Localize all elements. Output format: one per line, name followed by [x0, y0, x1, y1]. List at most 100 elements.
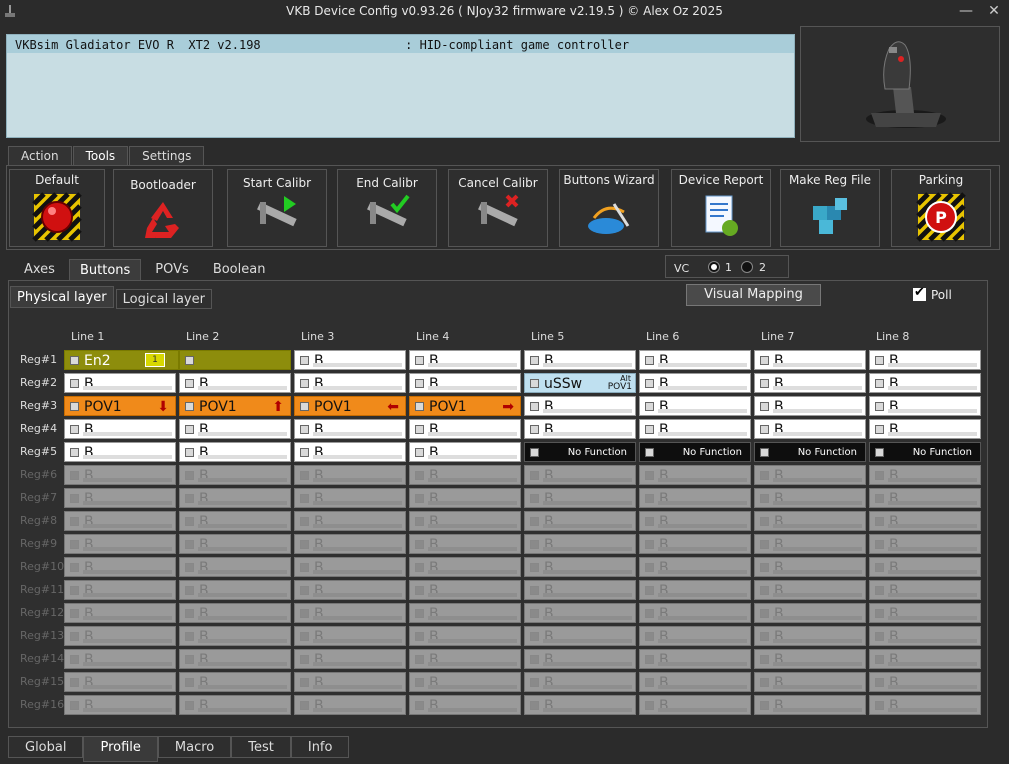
- tab-macro[interactable]: Macro: [157, 736, 232, 758]
- cell-checkbox[interactable]: [185, 402, 194, 411]
- bootloader-button[interactable]: Bootloader: [113, 169, 213, 247]
- cell-checkbox[interactable]: [300, 448, 309, 457]
- button-cell[interactable]: B: [869, 419, 981, 439]
- button-cell[interactable]: POV1 ⬇: [64, 396, 176, 416]
- cell-checkbox[interactable]: [185, 356, 194, 365]
- cell-checkbox[interactable]: [70, 402, 79, 411]
- button-cell[interactable]: B: [754, 350, 866, 370]
- button-cell[interactable]: B: [639, 373, 751, 393]
- cell-checkbox[interactable]: [530, 379, 539, 388]
- tab-info[interactable]: Info: [290, 736, 350, 758]
- device-report-button[interactable]: Device Report: [671, 169, 771, 247]
- button-cell[interactable]: No Function: [754, 442, 866, 462]
- button-cell[interactable]: B: [179, 442, 291, 462]
- button-cell[interactable]: En2 1: [64, 350, 179, 370]
- tab-profile[interactable]: Profile: [83, 736, 158, 762]
- button-cell[interactable]: POV1 ➡: [409, 396, 521, 416]
- cell-checkbox[interactable]: [300, 379, 309, 388]
- cell-checkbox[interactable]: [760, 402, 769, 411]
- tab-axes[interactable]: Axes: [14, 259, 65, 281]
- cell-checkbox[interactable]: [875, 356, 884, 365]
- buttons-wizard-button[interactable]: Buttons Wizard: [559, 169, 659, 247]
- button-cell[interactable]: B: [754, 419, 866, 439]
- cell-checkbox[interactable]: [760, 448, 769, 457]
- cell-checkbox[interactable]: [760, 379, 769, 388]
- visual-mapping-button[interactable]: Visual Mapping: [686, 284, 821, 306]
- tab-tools[interactable]: Tools: [72, 146, 129, 166]
- cell-checkbox[interactable]: [70, 356, 79, 365]
- tab-settings[interactable]: Settings: [129, 146, 205, 166]
- button-cell[interactable]: B: [869, 373, 981, 393]
- device-list[interactable]: VKBsim Gladiator EVO R XT2 v2.198 : HID-…: [6, 34, 795, 138]
- button-cell[interactable]: No Function: [639, 442, 751, 462]
- cell-checkbox[interactable]: [300, 402, 309, 411]
- device-row[interactable]: VKBsim Gladiator EVO R XT2 v2.198 : HID-…: [7, 35, 794, 53]
- button-cell[interactable]: B: [524, 419, 636, 439]
- button-cell[interactable]: No Function: [869, 442, 981, 462]
- start-calibr-button[interactable]: Start Calibr: [227, 169, 327, 247]
- button-cell[interactable]: B: [639, 419, 751, 439]
- cell-checkbox[interactable]: [415, 448, 424, 457]
- cell-checkbox[interactable]: [185, 448, 194, 457]
- button-cell[interactable]: B: [869, 350, 981, 370]
- parking-button[interactable]: Parking P: [891, 169, 991, 247]
- cell-checkbox[interactable]: [875, 448, 884, 457]
- make-reg-file-button[interactable]: Make Reg File: [780, 169, 880, 247]
- cell-checkbox[interactable]: [300, 425, 309, 434]
- cell-checkbox[interactable]: [875, 402, 884, 411]
- poll-checkbox[interactable]: Poll: [913, 285, 952, 302]
- cell-checkbox[interactable]: [70, 425, 79, 434]
- button-cell[interactable]: B: [524, 396, 636, 416]
- cell-checkbox[interactable]: [645, 425, 654, 434]
- cell-checkbox[interactable]: [185, 425, 194, 434]
- button-cell[interactable]: [179, 350, 291, 370]
- tab-global[interactable]: Global: [8, 736, 84, 758]
- cell-checkbox[interactable]: [70, 448, 79, 457]
- button-cell[interactable]: POV1 ⬆: [179, 396, 291, 416]
- cell-checkbox[interactable]: [415, 379, 424, 388]
- cell-checkbox[interactable]: [415, 402, 424, 411]
- button-cell[interactable]: B: [409, 373, 521, 393]
- button-cell[interactable]: B: [409, 350, 521, 370]
- button-cell[interactable]: B: [639, 350, 751, 370]
- cell-checkbox[interactable]: [530, 425, 539, 434]
- cell-checkbox[interactable]: [875, 425, 884, 434]
- cell-checkbox[interactable]: [760, 425, 769, 434]
- tab-logical-layer[interactable]: Logical layer: [115, 289, 212, 309]
- cell-checkbox[interactable]: [875, 379, 884, 388]
- button-cell[interactable]: B: [754, 396, 866, 416]
- button-cell[interactable]: B: [64, 373, 176, 393]
- vc-radio-1[interactable]: [708, 261, 720, 273]
- button-cell[interactable]: No Function: [524, 442, 636, 462]
- cell-checkbox[interactable]: [530, 402, 539, 411]
- cell-checkbox[interactable]: [415, 425, 424, 434]
- button-cell[interactable]: B: [294, 419, 406, 439]
- button-cell[interactable]: B: [64, 442, 176, 462]
- cell-checkbox[interactable]: [415, 356, 424, 365]
- button-cell[interactable]: B: [294, 442, 406, 462]
- close-button[interactable]: ✕: [979, 0, 1009, 24]
- button-cell[interactable]: B: [524, 350, 636, 370]
- minimize-button[interactable]: —: [951, 0, 981, 24]
- button-cell[interactable]: B: [869, 396, 981, 416]
- button-cell[interactable]: B: [639, 396, 751, 416]
- default-button[interactable]: Default: [9, 169, 105, 247]
- tab-boolean[interactable]: Boolean: [203, 259, 276, 281]
- button-cell[interactable]: B: [409, 442, 521, 462]
- cancel-calibr-button[interactable]: Cancel Calibr: [448, 169, 548, 247]
- button-cell[interactable]: B: [294, 373, 406, 393]
- button-cell[interactable]: B: [409, 419, 521, 439]
- checkbox-icon[interactable]: [913, 285, 926, 301]
- button-cell[interactable]: uSSw Alt POV1: [524, 373, 636, 393]
- button-cell[interactable]: B: [294, 350, 406, 370]
- cell-checkbox[interactable]: [70, 379, 79, 388]
- cell-checkbox[interactable]: [185, 379, 194, 388]
- end-calibr-button[interactable]: End Calibr: [337, 169, 437, 247]
- cell-checkbox[interactable]: [645, 402, 654, 411]
- tab-physical-layer[interactable]: Physical layer: [10, 286, 114, 308]
- cell-checkbox[interactable]: [645, 448, 654, 457]
- tab-test[interactable]: Test: [231, 736, 291, 758]
- cell-checkbox[interactable]: [530, 448, 539, 457]
- vc-radio-2[interactable]: [741, 261, 753, 273]
- button-cell[interactable]: B: [754, 373, 866, 393]
